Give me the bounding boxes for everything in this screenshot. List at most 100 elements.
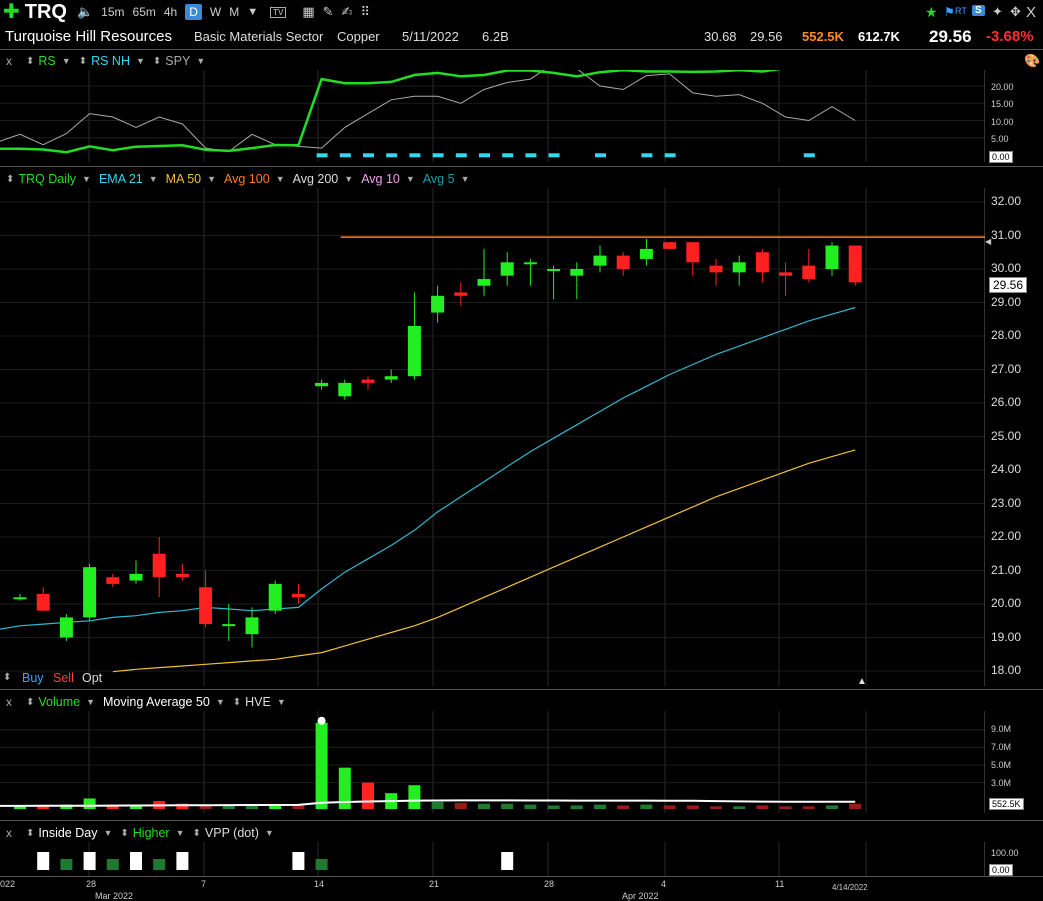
timeframe-4h[interactable]: 4h	[164, 5, 177, 19]
low-price: 29.56	[750, 28, 783, 44]
legend-avg100-dropdown-icon[interactable]: ▼	[276, 174, 285, 184]
share-icon[interactable]: ⠿	[360, 4, 370, 20]
timeframe-15m[interactable]: 15m	[101, 5, 124, 19]
rs-legend: x ⬍ RS ▼ ⬍ RS NH ▼ ⬍ SPY ▼ 🎨	[0, 52, 1043, 70]
legend-hve-dropdown-icon[interactable]: ▼	[277, 697, 286, 707]
legend-vpp-dot[interactable]: VPP (dot)	[205, 826, 259, 840]
volume-tick: 3.0M	[991, 778, 1012, 788]
volume-value-box: 552.5K	[989, 798, 1024, 810]
toolbar: ✚ TRQ 🔈 15m 65m 4h D W M ▼ TV ▦ ✎ ✍ ⠿ ★ …	[0, 0, 1043, 24]
legend-avg-100[interactable]: Avg 100	[224, 172, 270, 186]
volume-bar	[547, 805, 560, 809]
volume-bar	[663, 805, 676, 809]
sell-button[interactable]: Sell	[53, 671, 74, 685]
higher-mark	[60, 859, 73, 870]
annotation-icon[interactable]: ✍	[342, 4, 353, 20]
legend-avg10-dropdown-icon[interactable]: ▼	[406, 174, 415, 184]
volume-bar	[617, 805, 630, 809]
s-button[interactable]: S	[972, 5, 985, 16]
sector[interactable]: Basic Materials Sector	[194, 29, 323, 44]
legend-avg200-dropdown-icon[interactable]: ▼	[344, 174, 353, 184]
company-name: Turquoise Hill Resources	[5, 27, 173, 45]
candle-body	[83, 567, 97, 618]
candle-body	[222, 624, 236, 627]
draw-pencil-icon[interactable]: ✎	[323, 4, 334, 20]
buy-sell-move-icon[interactable]: ⬍	[3, 672, 11, 683]
legend-rs-nh-dropdown-icon[interactable]: ▼	[136, 56, 145, 66]
pin-icon[interactable]: ✦	[992, 4, 1003, 20]
legend-trq-daily[interactable]: TRQ Daily	[18, 172, 76, 186]
divider	[0, 166, 1043, 167]
volume-bar	[710, 806, 722, 809]
legend-avg5-dropdown-icon[interactable]: ▼	[461, 174, 470, 184]
legend-ma-50[interactable]: MA 50	[166, 172, 201, 186]
legend-spy-dropdown-icon[interactable]: ▼	[196, 56, 205, 66]
legend-hve[interactable]: HVE	[245, 695, 271, 709]
add-symbol-icon[interactable]: ✚	[3, 2, 20, 22]
legend-higher[interactable]: Higher	[133, 826, 170, 840]
vpp-move-icon[interactable]: ⬍	[193, 828, 201, 839]
volume-bar	[570, 805, 583, 809]
legend-avg-10[interactable]: Avg 10	[361, 172, 400, 186]
buy-button[interactable]: Buy	[22, 671, 44, 685]
timeframe-d[interactable]: D	[185, 4, 202, 20]
legend-volume[interactable]: Volume	[38, 695, 80, 709]
timeframe-w[interactable]: W	[210, 5, 221, 19]
opt-button[interactable]: Opt	[82, 671, 102, 685]
rs-nh-mark	[664, 153, 676, 158]
rs-move-icon[interactable]: ⬍	[26, 56, 34, 67]
higher-move-icon[interactable]: ⬍	[120, 828, 128, 839]
price-move-icon[interactable]: ⬍	[6, 174, 14, 185]
legend-avg-5[interactable]: Avg 5	[423, 172, 455, 186]
legend-ema-21[interactable]: EMA 21	[99, 172, 143, 186]
legend-higher-dropdown-icon[interactable]: ▼	[176, 828, 185, 838]
timeframe-m[interactable]: M	[229, 5, 239, 19]
volume-move-icon[interactable]: ⬍	[26, 697, 34, 708]
legend-rs[interactable]: RS	[38, 54, 55, 68]
price-tick: 27.00	[991, 361, 1022, 376]
timeframe-65m[interactable]: 65m	[133, 5, 156, 19]
price-tick: 31.00	[991, 227, 1022, 242]
rs-tick: 10.00	[991, 117, 1014, 127]
higher-mark	[153, 859, 166, 870]
close-button[interactable]: X	[1026, 4, 1036, 21]
timeframe-dropdown-icon[interactable]: ▼	[247, 6, 258, 18]
legend-volume-dropdown-icon[interactable]: ▼	[86, 697, 95, 707]
industry[interactable]: Copper	[337, 29, 380, 44]
legend-ma50-dropdown-icon[interactable]: ▼	[207, 174, 216, 184]
legend-inside-day-dropdown-icon[interactable]: ▼	[103, 828, 112, 838]
favorite-star-icon[interactable]: ★	[925, 4, 938, 21]
rs-tick: 5.00	[991, 134, 1009, 144]
legend-spy[interactable]: SPY	[165, 54, 190, 68]
candle-body	[663, 242, 677, 249]
volume-pane-close-button[interactable]: x	[6, 695, 12, 709]
inside-day-move-icon[interactable]: ⬍	[26, 828, 34, 839]
move-icon[interactable]: ✥	[1010, 4, 1021, 20]
legend-vpp-dropdown-icon[interactable]: ▼	[265, 828, 274, 838]
rs-pane-close-button[interactable]: x	[6, 54, 12, 68]
chart-type-icon[interactable]: TV	[270, 6, 287, 18]
spy-move-icon[interactable]: ⬍	[153, 56, 161, 67]
speaker-icon[interactable]: 🔈	[77, 4, 93, 20]
rs-nh-move-icon[interactable]: ⬍	[79, 56, 87, 67]
legend-ma50-vol-dropdown-icon[interactable]: ▼	[216, 697, 225, 707]
palette-icon[interactable]: 🎨	[1024, 53, 1040, 69]
pattern-pane-close-button[interactable]: x	[6, 826, 12, 840]
legend-inside-day[interactable]: Inside Day	[38, 826, 97, 840]
rs-nh-mark	[641, 153, 653, 158]
symbol-title[interactable]: TRQ	[25, 1, 67, 24]
candle-body	[825, 245, 839, 269]
legend-rs-dropdown-icon[interactable]: ▼	[62, 56, 71, 66]
volume-bar	[802, 806, 815, 809]
realtime-flag-icon[interactable]: ⚑	[944, 5, 955, 19]
legend-rs-nh[interactable]: RS NH	[91, 54, 130, 68]
hve-move-icon[interactable]: ⬍	[233, 697, 241, 708]
price-tick: 32.00	[991, 194, 1022, 208]
legend-ema-dropdown-icon[interactable]: ▼	[149, 174, 158, 184]
legend-moving-average-50[interactable]: Moving Average 50	[103, 695, 210, 709]
scroll-up-icon[interactable]: ▲	[857, 676, 867, 687]
layout-grid-icon[interactable]: ▦	[302, 4, 314, 20]
rs-line	[0, 70, 782, 154]
legend-avg-200[interactable]: Avg 200	[293, 172, 339, 186]
legend-trq-dropdown-icon[interactable]: ▼	[82, 174, 91, 184]
